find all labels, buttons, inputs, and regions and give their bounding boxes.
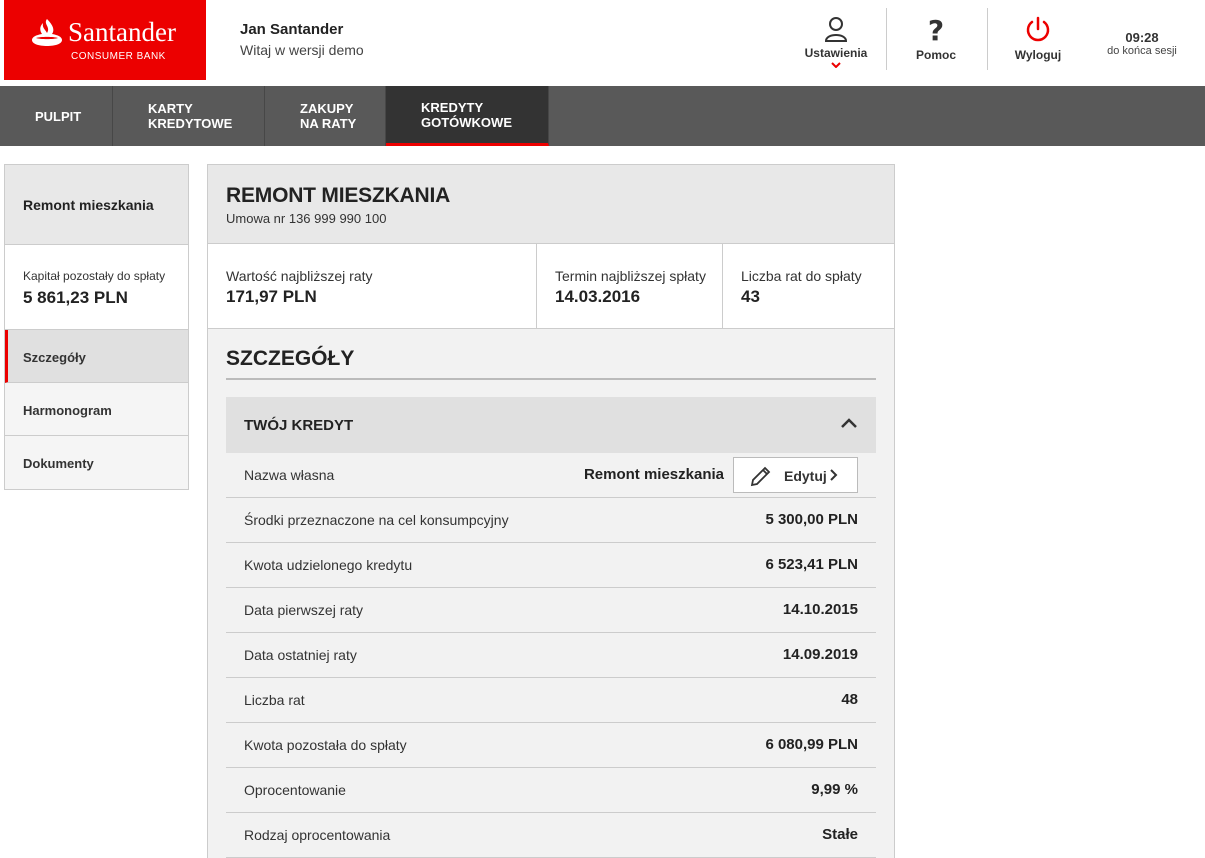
loan-header: REMONT MIESZKANIA Umowa nr 136 999 990 1… — [208, 165, 894, 244]
settings-button[interactable]: Ustawienia — [800, 8, 872, 70]
stat-installments-left: Liczba rat do spłaty 43 — [741, 268, 862, 306]
chevron-right-icon — [830, 469, 838, 481]
table-row: Liczba rat 48 — [226, 678, 876, 723]
nav-pulpit[interactable]: PULPIT — [0, 86, 113, 146]
help-label: Pomoc — [915, 48, 956, 62]
question-icon: ? — [928, 16, 944, 44]
nav-kredyty-gotowkowe[interactable]: KREDYTY GOTÓWKOWE — [386, 86, 549, 146]
table-row: Data ostatniej raty 14.09.2019 — [226, 633, 876, 678]
sidebar-title: Remont mieszkania — [5, 165, 188, 245]
main-panel: REMONT MIESZKANIA Umowa nr 136 999 990 1… — [207, 164, 895, 858]
main-nav: PULPIT KARTY KREDYTOWE ZAKUPY NA RATY KR… — [0, 86, 1205, 146]
help-button[interactable]: ? Pomoc — [900, 8, 972, 70]
header-divider — [987, 8, 988, 70]
capital-label: Kapitał pozostały do spłaty — [23, 269, 166, 283]
brand-name: Santander — [68, 17, 176, 47]
section-divider — [226, 378, 876, 380]
settings-label: Ustawienia — [804, 46, 868, 60]
sidebar-item-harmonogram[interactable]: Harmonogram — [5, 383, 188, 436]
credit-title: TWÓJ KREDYT — [244, 417, 354, 434]
session-time: 09:28 — [1125, 30, 1159, 45]
stat-next-installment: Wartość najbliższej raty 171,97 PLN — [208, 244, 537, 328]
table-row: Rodzaj oprocentowania Stałe — [226, 813, 876, 858]
table-row: Nazwa własna Remont mieszkania Edytuj — [226, 453, 876, 498]
stat-next-due-date: Termin najbliższej spłaty 14.03.2016 — [537, 244, 723, 328]
sidebar-item-dokumenty[interactable]: Dokumenty — [5, 436, 188, 489]
table-row: Oprocentowanie 9,99 % — [226, 768, 876, 813]
brand-sub: CONSUMER BANK — [71, 51, 166, 62]
header-divider — [886, 8, 887, 70]
contract-number: Umowa nr 136 999 990 100 — [226, 211, 387, 226]
capital-value: 5 861,23 PLN — [23, 288, 128, 307]
sidebar-item-szczegoly[interactable]: Szczegóły — [5, 330, 188, 383]
credit-details: TWÓJ KREDYT Nazwa własna Remont mieszkan… — [226, 397, 876, 858]
power-icon — [1026, 16, 1050, 42]
santander-logo[interactable]: Santander CONSUMER BANK — [4, 0, 206, 80]
svg-text:?: ? — [928, 16, 944, 44]
pencil-icon — [750, 466, 771, 487]
page-title: REMONT MIESZKANIA — [226, 184, 451, 207]
chevron-up-icon[interactable] — [840, 417, 858, 429]
flame-icon — [32, 19, 62, 46]
user-icon — [824, 17, 848, 42]
logout-button[interactable]: Wyloguj — [1000, 8, 1076, 70]
nav-zakupy-na-raty[interactable]: ZAKUPY NA RATY — [265, 86, 386, 146]
edit-label: Edytuj — [784, 468, 827, 484]
chevron-down-icon — [831, 62, 841, 68]
sidebar-capital: Kapitał pozostały do spłaty 5 861,23 PLN — [5, 245, 188, 330]
logout-label: Wyloguj — [1014, 48, 1062, 62]
table-row: Kwota udzielonego kredytu 6 523,41 PLN — [226, 543, 876, 588]
table-row: Środki przeznaczone na cel konsumpcyjny … — [226, 498, 876, 543]
credit-accordion-header[interactable]: TWÓJ KREDYT — [226, 397, 876, 453]
user-name: Jan Santander — [240, 21, 344, 38]
loan-stats: Wartość najbliższej raty 171,97 PLN Term… — [208, 244, 894, 329]
nav-karty-kredytowe[interactable]: KARTY KREDYTOWE — [113, 86, 265, 146]
session-label: do końca sesji — [1107, 45, 1177, 57]
session-timer: 09:28 do końca sesji — [1095, 30, 1189, 57]
table-row: Kwota pozostała do spłaty 6 080,99 PLN — [226, 723, 876, 768]
user-greeting: Witaj w wersji demo — [240, 42, 364, 58]
edit-button[interactable]: Edytuj — [733, 457, 858, 493]
header: Santander CONSUMER BANK Jan Santander Wi… — [0, 0, 1205, 86]
sidebar: Remont mieszkania Kapitał pozostały do s… — [4, 164, 189, 490]
table-row: Data pierwszej raty 14.10.2015 — [226, 588, 876, 633]
section-title: SZCZEGÓŁY — [226, 347, 355, 370]
